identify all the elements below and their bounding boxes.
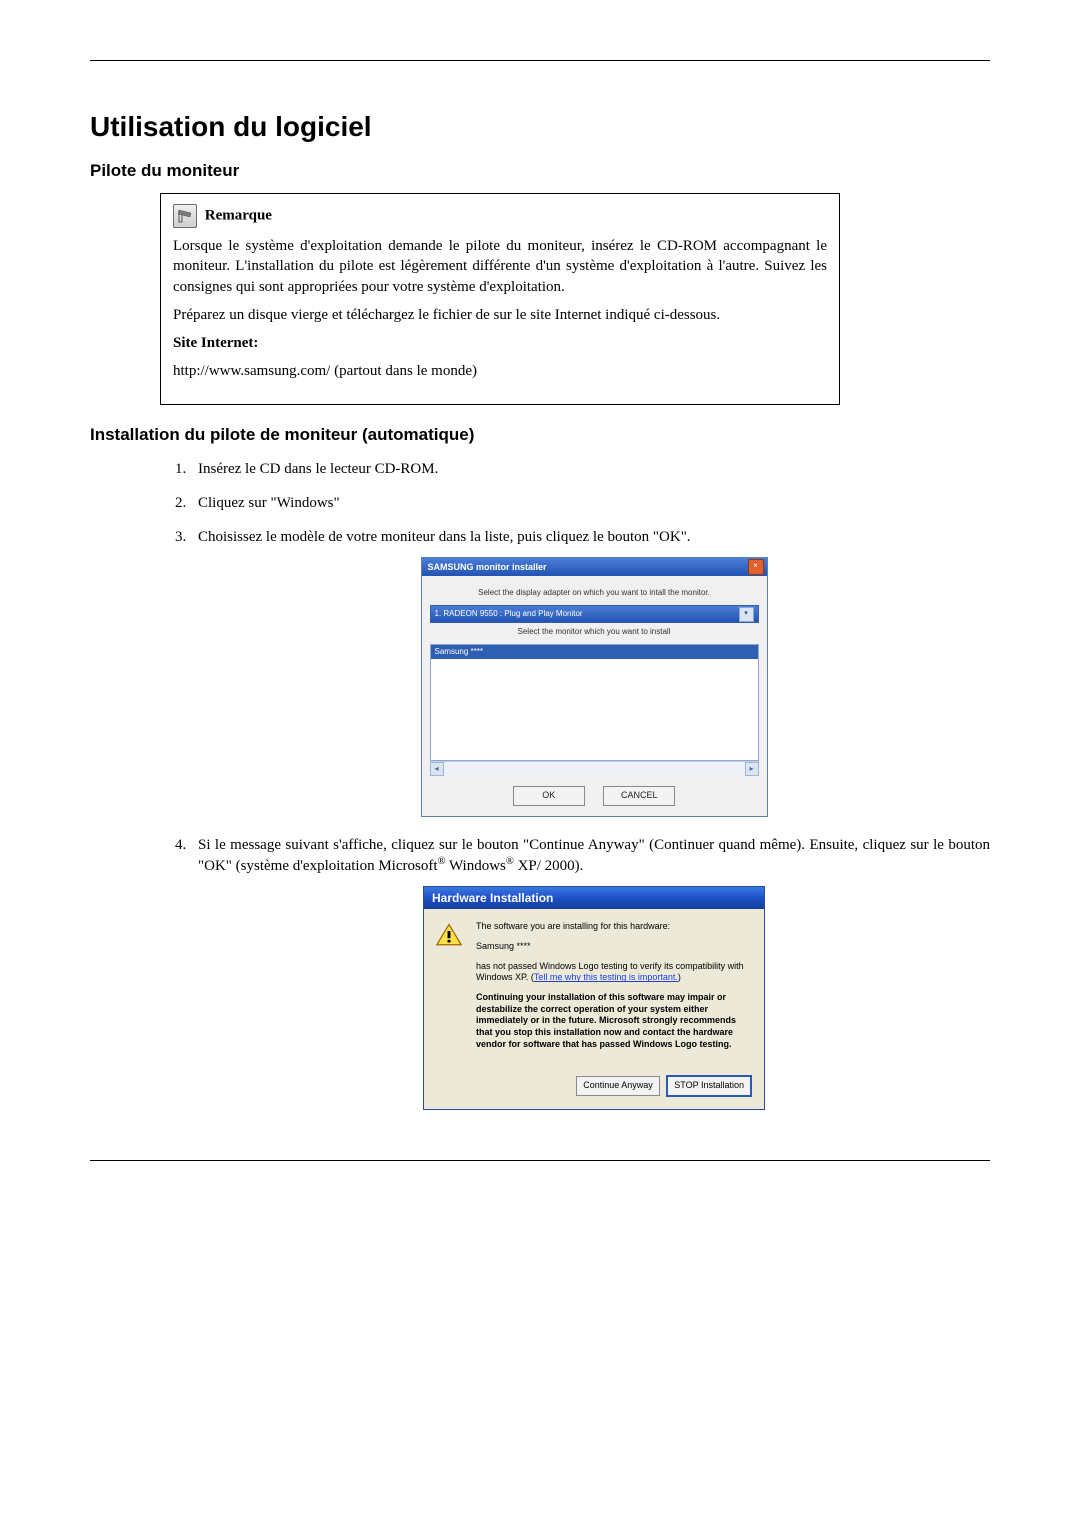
hw-line-1: The software you are installing for this… <box>476 921 752 933</box>
monitor-list[interactable]: Samsung **** <box>430 644 759 761</box>
ok-button[interactable]: OK <box>513 786 585 806</box>
hw-testing-link[interactable]: Tell me why this testing is important. <box>534 972 678 982</box>
hw-warning-bold: Continuing your installation of this sof… <box>476 992 752 1050</box>
note-paragraph-1: Lorsque le système d'exploitation demand… <box>173 236 827 297</box>
hardware-dialog: Hardware Installation The software you a… <box>423 886 765 1109</box>
figure-hardware-warning: Hardware Installation The software you a… <box>198 886 990 1109</box>
step-4: Si le message suivant s'affiche, cliquez… <box>190 835 990 1110</box>
step-4-text-b: Windows <box>445 858 505 874</box>
install-steps: Insérez le CD dans le lecteur CD-ROM. Cl… <box>160 459 990 1110</box>
installer-instruction-1: Select the display adapter on which you … <box>430 588 759 599</box>
site-internet-url: http://www.samsung.com/ (partout dans le… <box>173 361 827 381</box>
step-3: Choisissez le modèle de votre moniteur d… <box>190 527 990 817</box>
note-paragraph-2: Préparez un disque vierge et téléchargez… <box>173 305 827 325</box>
adapter-select-value: 1. RADEON 9550 : Plug and Play Monitor <box>435 606 583 622</box>
step-2: Cliquez sur "Windows" <box>190 493 990 513</box>
chevron-down-icon[interactable]: ▾ <box>739 607 754 622</box>
warning-icon <box>436 923 462 947</box>
step-4-text-c: XP/ 2000). <box>514 858 584 874</box>
hardware-dialog-title: Hardware Installation <box>424 887 764 909</box>
stop-installation-button[interactable]: STOP Installation <box>666 1075 752 1097</box>
note-label: Remarque <box>205 208 272 224</box>
note-icon <box>173 204 197 228</box>
installer-title-bar: SAMSUNG monitor installer × <box>422 558 767 576</box>
adapter-select[interactable]: 1. RADEON 9550 : Plug and Play Monitor ▾ <box>430 605 759 623</box>
page-top-rule <box>90 60 990 61</box>
installer-title-text: SAMSUNG monitor installer <box>428 561 547 573</box>
page-title: Utilisation du logiciel <box>90 111 990 143</box>
step-1: Insérez le CD dans le lecteur CD-ROM. <box>190 459 990 479</box>
cancel-button[interactable]: CANCEL <box>603 786 675 806</box>
figure-installer: SAMSUNG monitor installer × Select the d… <box>198 557 990 817</box>
section-monitor-driver: Pilote du moniteur <box>90 161 990 181</box>
scroll-left-icon[interactable]: ◂ <box>430 762 444 776</box>
continue-anyway-button[interactable]: Continue Anyway <box>576 1076 660 1096</box>
step-4-text-a: Si le message suivant s'affiche, cliquez… <box>198 837 990 874</box>
installer-instruction-2: Select the monitor which you want to ins… <box>430 627 759 638</box>
horizontal-scrollbar[interactable]: ◂ ▸ <box>430 761 759 776</box>
hw-line-2b: ) <box>678 972 681 982</box>
close-icon[interactable]: × <box>748 559 764 575</box>
hw-device-name: Samsung **** <box>476 941 752 953</box>
site-internet-label: Site Internet: <box>173 333 827 353</box>
page-bottom-rule <box>90 1160 990 1161</box>
note-box: Remarque Lorsque le système d'exploitati… <box>160 193 840 405</box>
registered-mark-2: ® <box>506 856 514 867</box>
scroll-right-icon[interactable]: ▸ <box>745 762 759 776</box>
section-auto-install: Installation du pilote de moniteur (auto… <box>90 425 990 445</box>
installer-window: SAMSUNG monitor installer × Select the d… <box>421 557 768 817</box>
step-3-text: Choisissez le modèle de votre moniteur d… <box>198 529 691 545</box>
monitor-list-selected[interactable]: Samsung **** <box>431 645 758 659</box>
